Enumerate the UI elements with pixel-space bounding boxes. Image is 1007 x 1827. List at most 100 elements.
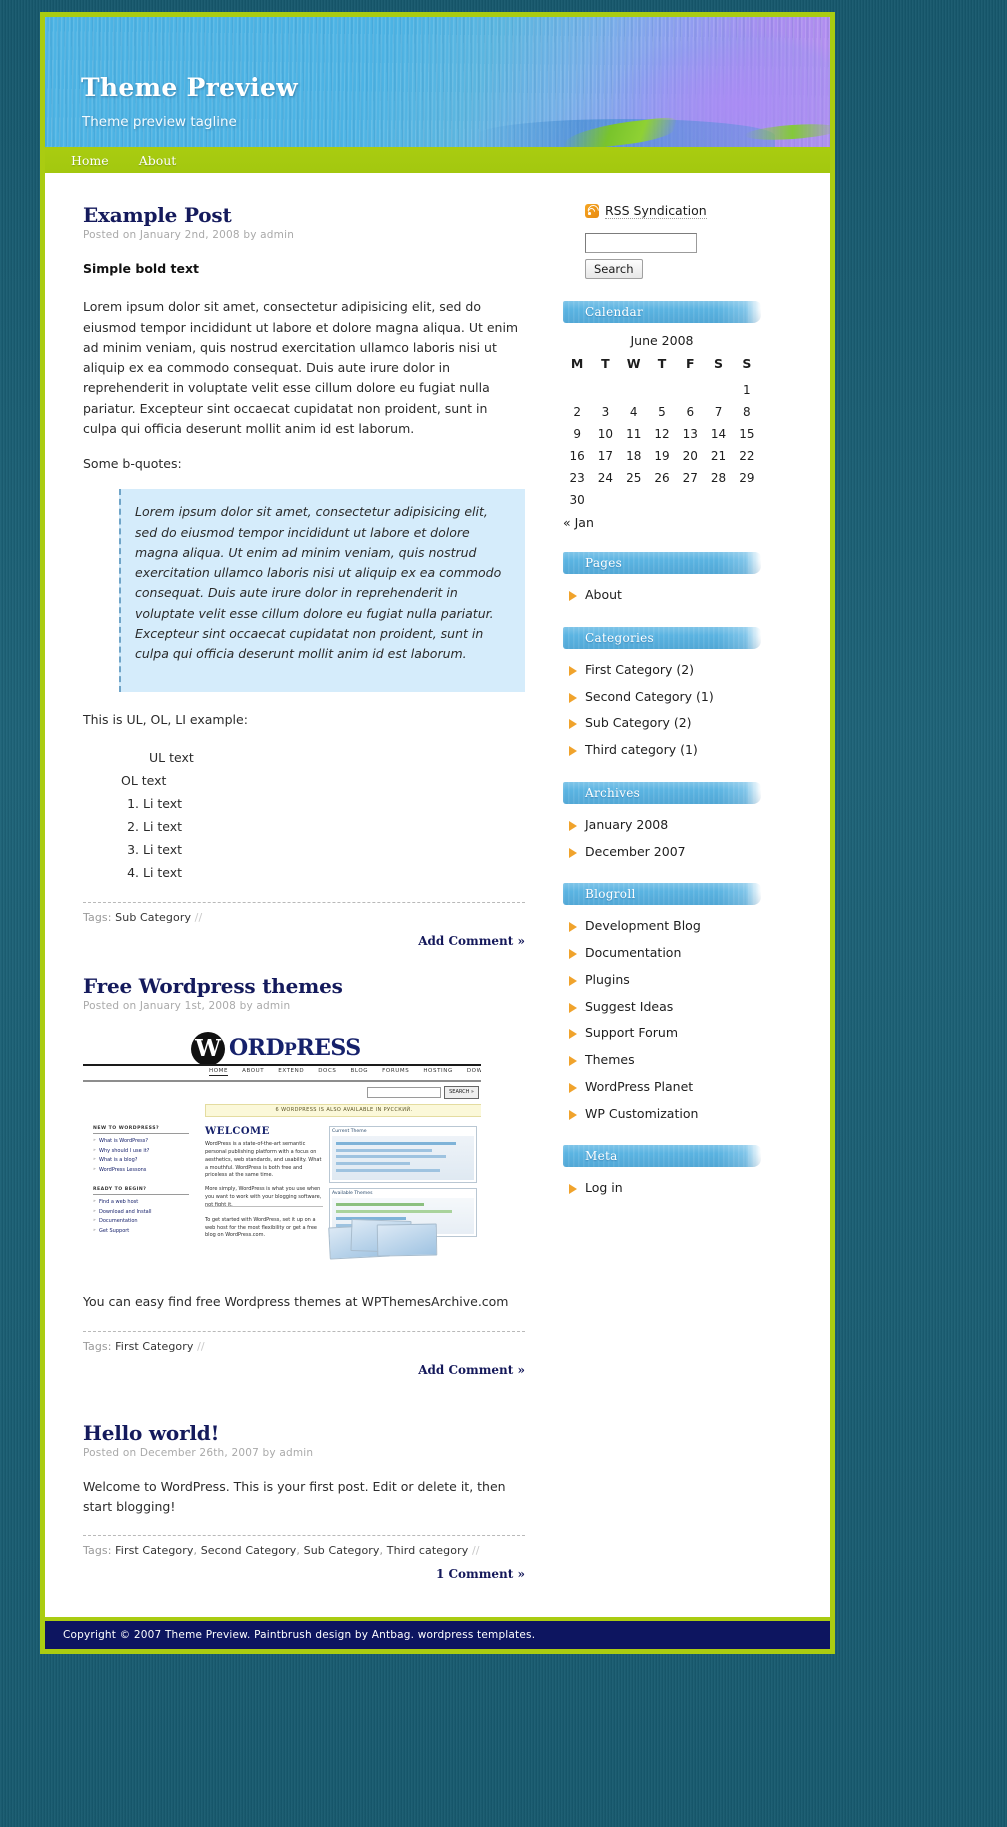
nav-item-home[interactable]: Home <box>67 151 113 170</box>
archive-link[interactable]: January 2008 <box>585 817 668 832</box>
blogroll-link[interactable]: WordPress Planet <box>585 1079 693 1094</box>
calendar-day <box>704 489 732 511</box>
tag-link[interactable]: Third category <box>387 1544 469 1557</box>
wp-divider <box>205 1206 323 1208</box>
unordered-list: UL text <box>83 746 525 769</box>
post-meta: Posted on December 26th, 2007 by admin <box>83 1446 314 1459</box>
wp-left-link: Documentation <box>93 1217 189 1227</box>
page-link[interactable]: About <box>585 587 622 602</box>
nav-item-about[interactable]: About <box>135 151 181 170</box>
login-link[interactable]: Log in <box>585 1180 623 1195</box>
search-input[interactable] <box>585 233 697 253</box>
category-link[interactable]: Sub Category (2) <box>585 715 692 730</box>
list-item: Sub Category (2) <box>563 714 806 733</box>
wp-welcome-text: To get started with WordPress, set it up… <box>205 1217 318 1239</box>
calendar-day <box>563 379 591 401</box>
wp-nav-item: ABOUT <box>242 1068 265 1075</box>
list-item: Themes <box>563 1051 806 1070</box>
post-paragraph: You can easy find free Wordpress themes … <box>83 1294 509 1310</box>
search-button[interactable]: Search <box>585 259 643 279</box>
sidebar: RSS Syndication Search Calendar June 200… <box>545 173 830 1617</box>
rss-syndication-link[interactable]: RSS Syndication <box>605 203 707 219</box>
widget-title: Calendar <box>585 305 643 319</box>
calendar-day: 2 <box>573 405 581 419</box>
tags-line: Tags: Sub Category // <box>83 911 525 924</box>
wp-language-notice: 6 WORDPRESS IS ALSO AVAILABLE IN РУССКИЙ… <box>205 1104 481 1118</box>
tag-link[interactable]: Second Category <box>201 1544 297 1557</box>
footer-bar: Copyright © 2007 Theme Preview. Paintbru… <box>45 1621 830 1649</box>
wp-left-link: WordPress Lessons <box>93 1166 189 1176</box>
calendar-day: 18 <box>626 449 642 463</box>
post-body: Simple bold text Lorem ipsum dolor sit a… <box>83 259 525 884</box>
wp-thumb-caption: Available Themes <box>332 1191 373 1197</box>
blogroll-link[interactable]: Support Forum <box>585 1025 678 1040</box>
calendar-week-row: 9 10 11 12 13 14 15 <box>563 423 761 445</box>
tags-label: Tags: <box>83 1339 112 1353</box>
wp-left-list: What is WordPress? Why should I use it? … <box>93 1137 189 1175</box>
blogroll-link[interactable]: WP Customization <box>585 1106 698 1121</box>
calendar-day-header: F <box>685 356 695 371</box>
archive-link[interactable]: December 2007 <box>585 844 686 859</box>
calendar-day: 16 <box>569 449 585 463</box>
wp-left-column: NEW TO WORDPRESS? What is WordPress? Why… <box>93 1126 189 1248</box>
wordpress-wordmark: ORDPRESS <box>229 1035 361 1061</box>
calendar-day: 20 <box>682 449 698 463</box>
blogroll-link[interactable]: Themes <box>585 1052 635 1067</box>
calendar-day: 3 <box>601 405 610 419</box>
calendar-day: 8 <box>743 405 751 419</box>
blogroll-link[interactable]: Documentation <box>585 945 681 960</box>
tags-line: Tags: First Category, Second Category, S… <box>83 1544 480 1557</box>
add-comment-link[interactable]: Add Comment » <box>418 934 525 948</box>
wp-welcome-column: WELCOME WordPress is a state-of-the-art … <box>205 1126 323 1215</box>
tag-link[interactable]: Sub Category <box>115 911 191 924</box>
calendar-day: 1 <box>743 383 751 397</box>
tag-link[interactable]: First Category <box>115 1544 193 1557</box>
category-link[interactable]: Second Category (1) <box>585 689 714 704</box>
calendar-day-header: T <box>601 356 610 371</box>
calendar-day: 19 <box>654 449 670 463</box>
wp-left-heading: NEW TO WORDPRESS? <box>93 1126 189 1135</box>
post-title[interactable]: Example Post <box>83 203 525 227</box>
calendar-prev-link[interactable]: « Jan <box>563 515 594 530</box>
widget-header: Archives <box>563 781 761 804</box>
calendar-day: 24 <box>597 471 614 485</box>
tag-link[interactable]: Sub Category <box>304 1544 380 1557</box>
list-item: Log in <box>563 1179 806 1198</box>
wp-welcome-text: WordPress is a state-of-the-art semantic… <box>205 1141 322 1179</box>
blogroll-link[interactable]: Plugins <box>585 972 630 987</box>
widget-list: First Category (2) Second Category (1) S… <box>563 661 806 760</box>
blogroll-link[interactable]: Development Blog <box>585 918 701 933</box>
calendar-week-row: 2 3 4 5 6 7 8 <box>563 401 761 423</box>
category-link[interactable]: Third category (1) <box>585 742 698 757</box>
add-comment-link[interactable]: Add Comment » <box>418 1363 525 1377</box>
list-item: Li text <box>143 838 525 861</box>
post-title[interactable]: Free Wordpress themes <box>83 974 525 998</box>
wordpress-logo-icon: W <box>191 1032 225 1067</box>
widget-list: About <box>563 586 806 605</box>
comments-count-link[interactable]: 1 Comment » <box>436 1567 525 1581</box>
calendar-day-header: W <box>626 356 641 371</box>
category-link[interactable]: First Category (2) <box>585 662 694 677</box>
wp-left-link: What is a blog? <box>93 1156 189 1166</box>
widget-title: Categories <box>585 630 654 645</box>
list-example: UL text OL text Li text Li text Li text … <box>83 746 525 885</box>
calendar-day <box>648 379 676 401</box>
calendar-day: 21 <box>710 449 727 463</box>
post-title[interactable]: Hello world! <box>83 1421 525 1445</box>
wp-left-heading: READY TO BEGIN? <box>93 1187 189 1196</box>
tag-link[interactable]: First Category <box>115 1340 193 1353</box>
post-bold-line: Simple bold text <box>83 261 199 276</box>
post-blockquote: Lorem ipsum dolor sit amet, consectetur … <box>119 489 525 693</box>
calendar-day: 30 <box>569 493 585 507</box>
site-banner: Theme Preview Theme preview tagline <box>45 17 830 147</box>
widget-archives: Archives January 2008 December 2007 <box>563 781 806 862</box>
tags-separator: // <box>197 1339 205 1353</box>
rss-syndication-row: RSS Syndication <box>585 202 806 219</box>
tags-label: Tags: <box>83 1544 112 1557</box>
calendar-day: 7 <box>714 405 723 419</box>
wp-left-link: Find a web host <box>93 1198 189 1208</box>
calendar-day: 25 <box>626 471 642 485</box>
blogroll-link[interactable]: Suggest Ideas <box>585 999 673 1014</box>
calendar-day <box>591 489 619 511</box>
widget-header: Calendar <box>563 301 761 323</box>
